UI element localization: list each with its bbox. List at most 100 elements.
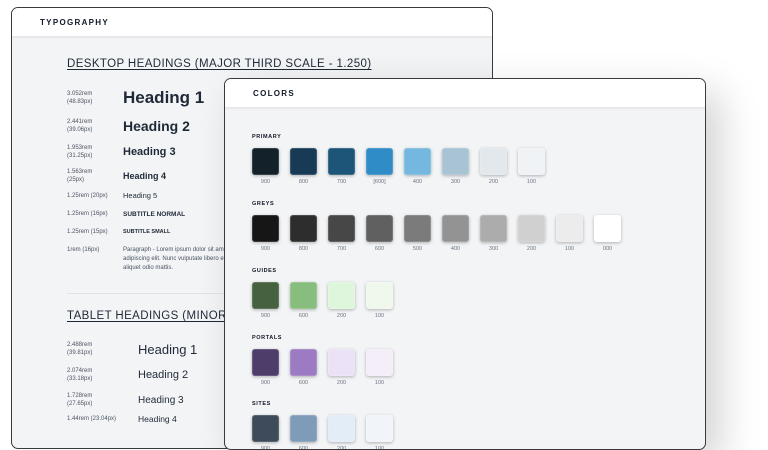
color-chip[interactable]	[480, 215, 507, 242]
color-swatch[interactable]: 400	[404, 148, 442, 185]
type-row-heading-4: 1.563rem (25px) Heading 4	[67, 168, 166, 184]
type-sample-paragraph: Paragraph - Lorem ipsum dolor sit amet, …	[123, 247, 231, 271]
tablet-row-heading-3: 1.728rem (27.65px) Heading 3	[67, 392, 184, 408]
color-chip[interactable]	[290, 349, 317, 376]
color-chip[interactable]	[290, 415, 317, 442]
type-size-label: 1.953rem (31.25px)	[67, 145, 93, 159]
color-shade-label: 100	[526, 179, 537, 185]
color-chip[interactable]	[328, 415, 355, 442]
tablet-row-heading-1: 2.488rem (39.81px) Heading 1	[67, 341, 197, 357]
color-chip[interactable]	[328, 349, 355, 376]
type-sample-heading-4: Heading 4	[123, 171, 167, 181]
color-swatch[interactable]: 600	[366, 215, 404, 252]
color-swatch[interactable]: 100	[518, 148, 556, 185]
color-shade-label: 700	[336, 179, 347, 185]
color-chip[interactable]	[252, 148, 279, 175]
color-chip[interactable]	[518, 148, 545, 175]
color-chip[interactable]	[290, 215, 317, 242]
color-swatch[interactable]: 600	[290, 282, 328, 319]
color-group-label-primary: PRIMARY	[252, 134, 282, 140]
color-chip[interactable]	[404, 148, 431, 175]
type-size-label: 1rem (16px)	[67, 247, 100, 253]
color-swatch[interactable]: 400	[442, 215, 480, 252]
color-chip[interactable]	[290, 148, 317, 175]
color-swatch[interactable]: 200	[480, 148, 518, 185]
type-sample-heading-2: Heading 2	[123, 118, 190, 134]
color-shade-label: 600	[374, 246, 385, 252]
color-chip[interactable]	[366, 349, 393, 376]
color-chip[interactable]	[404, 215, 431, 242]
type-size-label: 1.25rem (16px)	[67, 211, 108, 217]
color-chip[interactable]	[252, 215, 279, 242]
colors-panel: COLORS PRIMARY 900 800 700 [600] 400 300 200 100…	[224, 78, 706, 450]
color-shade-label: 200	[488, 179, 499, 185]
color-swatch[interactable]: 200	[328, 282, 366, 319]
color-swatch[interactable]: 100	[556, 215, 594, 252]
color-swatch[interactable]: 600	[290, 349, 328, 386]
type-sample-subtitle-small: SUBTITLE SMALL	[123, 229, 171, 235]
color-swatch[interactable]: 000	[594, 215, 632, 252]
color-swatch[interactable]: 900	[252, 282, 290, 319]
color-shade-label: 800	[298, 179, 309, 185]
typography-panel-title: TYPOGRAPHY	[12, 8, 492, 37]
color-shade-label: 900	[260, 179, 271, 185]
color-group-label-greys: GREYS	[252, 201, 275, 207]
color-chip[interactable]	[556, 215, 583, 242]
color-swatch[interactable]: 100	[366, 415, 404, 449]
color-chip[interactable]	[252, 282, 279, 309]
color-swatch[interactable]: 200	[518, 215, 556, 252]
color-chip[interactable]	[442, 215, 469, 242]
type-row-heading-1: 3.052rem (48.83px) Heading 1	[67, 88, 204, 108]
tablet-sample-heading-2: Heading 2	[138, 369, 189, 381]
color-chip[interactable]	[252, 415, 279, 442]
color-swatch[interactable]: 900	[252, 349, 290, 386]
color-chip[interactable]	[328, 148, 355, 175]
color-shade-label: 100	[374, 313, 385, 319]
color-chip[interactable]	[594, 215, 621, 242]
color-swatch[interactable]: 900	[252, 148, 290, 185]
type-row-heading-2: 2.441rem (39.06px) Heading 2	[67, 118, 190, 134]
color-shade-label: [600]	[373, 179, 386, 185]
type-size-label: 1.563rem (25px)	[67, 169, 93, 183]
color-chip[interactable]	[252, 349, 279, 376]
type-sample-heading-1: Heading 1	[123, 88, 205, 107]
color-chip[interactable]	[366, 148, 393, 175]
color-swatch[interactable]: 900	[252, 215, 290, 252]
color-chip[interactable]	[328, 282, 355, 309]
color-swatch[interactable]: 200	[328, 415, 366, 449]
color-swatch[interactable]: 700	[328, 148, 366, 185]
color-shade-label: 900	[260, 246, 271, 252]
type-row-paragraph: 1rem (16px) Paragraph - Lorem ipsum dolo…	[67, 246, 233, 273]
color-swatch[interactable]: 800	[290, 215, 328, 252]
color-swatch[interactable]: 100	[366, 349, 404, 386]
color-chip[interactable]	[328, 215, 355, 242]
color-swatch[interactable]: 900	[252, 415, 290, 449]
color-group-label-sites: SITES	[252, 401, 271, 407]
color-shade-label: 900	[260, 380, 271, 386]
type-size-label: 1.728rem (27.65px)	[67, 393, 93, 407]
color-swatch[interactable]: [600]	[366, 148, 404, 185]
color-shade-label: 600	[298, 380, 309, 386]
color-chip[interactable]	[442, 148, 469, 175]
color-chip[interactable]	[366, 282, 393, 309]
color-shade-label: 100	[374, 380, 385, 386]
color-swatch[interactable]: 100	[366, 282, 404, 319]
color-swatch[interactable]: 700	[328, 215, 366, 252]
color-swatch[interactable]: 300	[480, 215, 518, 252]
color-swatch[interactable]: 600	[290, 415, 328, 449]
color-swatch[interactable]: 300	[442, 148, 480, 185]
swatch-row-greys: 900 800 700 600 500 400 300 200 100 000	[252, 215, 632, 252]
color-shade-label: 100	[564, 246, 575, 252]
color-shade-label: 800	[298, 246, 309, 252]
color-swatch[interactable]: 200	[328, 349, 366, 386]
swatch-row-guides: 900 600 200 100	[252, 282, 404, 319]
color-chip[interactable]	[480, 148, 507, 175]
color-chip[interactable]	[366, 415, 393, 442]
color-chip[interactable]	[366, 215, 393, 242]
tablet-sample-heading-3: Heading 3	[138, 394, 184, 406]
type-size-label: 2.074rem (33.18px)	[67, 368, 93, 382]
color-swatch[interactable]: 800	[290, 148, 328, 185]
color-chip[interactable]	[518, 215, 545, 242]
color-chip[interactable]	[290, 282, 317, 309]
color-swatch[interactable]: 500	[404, 215, 442, 252]
